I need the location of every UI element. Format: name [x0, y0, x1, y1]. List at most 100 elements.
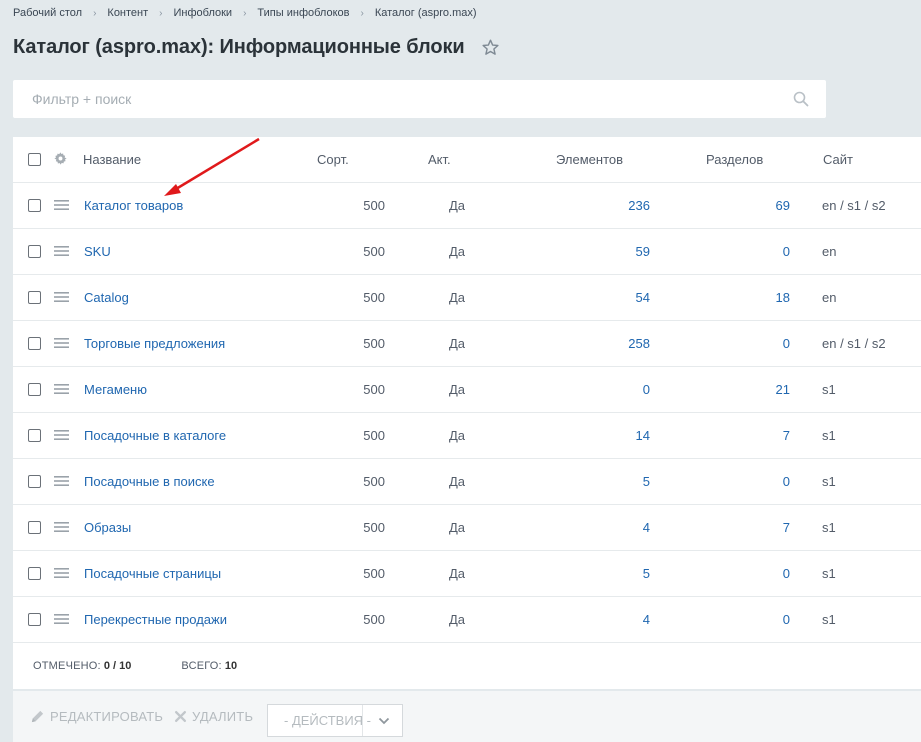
filter-search-box[interactable] [13, 80, 826, 118]
table-row[interactable]: Перекрестные продажи 500 Да 4 0 s1 [13, 597, 921, 643]
iblock-name-link[interactable]: Посадочные страницы [84, 566, 221, 581]
elements-count-link[interactable]: 236 [628, 198, 650, 213]
active-value: Да [449, 520, 466, 535]
table-header: Название Сорт. Акт. Элементов Разделов С… [13, 137, 921, 183]
iblock-name-link[interactable]: SKU [84, 244, 111, 259]
table-row[interactable]: Образы 500 Да 4 7 s1 [13, 505, 921, 551]
close-icon [174, 710, 187, 723]
drag-handle-icon[interactable] [54, 198, 69, 213]
iblock-name-link[interactable]: Catalog [84, 290, 129, 305]
sections-count-link[interactable]: 0 [783, 566, 790, 581]
drag-handle-icon[interactable] [54, 520, 69, 535]
iblock-name-link[interactable]: Торговые предложения [84, 336, 225, 351]
table-row[interactable]: Посадочные в поиске 500 Да 5 0 s1 [13, 459, 921, 505]
site-value: s1 [822, 474, 836, 489]
column-header-sort[interactable]: Сорт. [317, 137, 349, 182]
table-row[interactable]: Мегаменю 500 Да 0 21 s1 [13, 367, 921, 413]
drag-handle-icon[interactable] [54, 290, 69, 305]
row-checkbox[interactable] [28, 291, 41, 304]
iblock-name-link[interactable]: Посадочные в каталоге [84, 428, 226, 443]
iblock-name-link[interactable]: Образы [84, 520, 131, 535]
elements-count-link[interactable]: 5 [643, 566, 650, 581]
actions-dropdown[interactable]: - Действия - [267, 704, 403, 737]
row-checkbox[interactable] [28, 613, 41, 626]
elements-count-link[interactable]: 258 [628, 336, 650, 351]
row-checkbox[interactable] [28, 567, 41, 580]
drag-handle-icon[interactable] [54, 428, 69, 443]
row-checkbox[interactable] [28, 245, 41, 258]
sort-value: 500 [363, 290, 385, 305]
row-checkbox[interactable] [28, 383, 41, 396]
iblock-name-link[interactable]: Посадочные в поиске [84, 474, 215, 489]
column-header-elements[interactable]: Элементов [556, 137, 623, 182]
breadcrumb-item-infoblock-types[interactable]: Типы инфоблоков [257, 7, 349, 19]
column-header-sections[interactable]: Разделов [706, 137, 763, 182]
total-count: Всего: 10 [181, 660, 237, 672]
elements-count-link[interactable]: 14 [636, 428, 650, 443]
delete-button[interactable]: Удалить [174, 691, 253, 742]
table-row[interactable]: Посадочные в каталоге 500 Да 14 7 s1 [13, 413, 921, 459]
sections-count-link[interactable]: 0 [783, 336, 790, 351]
elements-count-link[interactable]: 4 [643, 520, 650, 535]
breadcrumb-separator: › [159, 7, 163, 19]
sections-count-link[interactable]: 69 [776, 198, 790, 213]
sections-count-link[interactable]: 0 [783, 244, 790, 259]
site-value: en / s1 / s2 [822, 198, 886, 213]
sections-count-link[interactable]: 0 [783, 474, 790, 489]
sections-count-link[interactable]: 18 [776, 290, 790, 305]
iblock-name-link[interactable]: Каталог товаров [84, 198, 183, 213]
table-row[interactable]: Торговые предложения 500 Да 258 0 en / s… [13, 321, 921, 367]
column-header-name[interactable]: Название [83, 137, 141, 182]
active-value: Да [449, 428, 466, 443]
row-checkbox[interactable] [28, 429, 41, 442]
elements-count-link[interactable]: 5 [643, 474, 650, 489]
table-row[interactable]: Catalog 500 Да 54 18 en [13, 275, 921, 321]
edit-button[interactable]: Редактировать [30, 691, 163, 742]
drag-handle-icon[interactable] [54, 382, 69, 397]
sort-value: 500 [363, 612, 385, 627]
elements-count-link[interactable]: 4 [643, 612, 650, 627]
drag-handle-icon[interactable] [54, 612, 69, 627]
breadcrumb-item-catalog[interactable]: Каталог (aspro.max) [375, 7, 477, 19]
gear-icon[interactable] [54, 151, 67, 168]
drag-handle-icon[interactable] [54, 244, 69, 259]
row-checkbox[interactable] [28, 521, 41, 534]
iblock-name-link[interactable]: Перекрестные продажи [84, 612, 227, 627]
delete-button-label: Удалить [192, 709, 254, 724]
breadcrumb-item-desktop[interactable]: Рабочий стол [13, 7, 82, 19]
row-checkbox[interactable] [28, 199, 41, 212]
page-title: Каталог (aspro.max): Информационные блок… [13, 36, 465, 58]
row-checkbox[interactable] [28, 337, 41, 350]
sections-count-link[interactable]: 21 [776, 382, 790, 397]
filter-search-input[interactable] [30, 90, 793, 108]
row-checkbox[interactable] [28, 475, 41, 488]
site-value: s1 [822, 520, 836, 535]
table-row[interactable]: Посадочные страницы 500 Да 5 0 s1 [13, 551, 921, 597]
star-icon[interactable] [481, 38, 500, 57]
column-header-site[interactable]: Сайт [823, 137, 853, 182]
sections-count-link[interactable]: 7 [783, 428, 790, 443]
table-summary: Отмечено: 0 / 10 Всего: 10 [13, 643, 921, 691]
column-header-active[interactable]: Акт. [428, 137, 451, 182]
breadcrumb-item-content[interactable]: Контент [107, 7, 148, 19]
active-value: Да [449, 382, 466, 397]
select-all-checkbox[interactable] [28, 153, 41, 166]
drag-handle-icon[interactable] [54, 566, 69, 581]
breadcrumb: Рабочий стол › Контент › Инфоблоки › Тип… [13, 7, 477, 19]
elements-count-link[interactable]: 54 [636, 290, 650, 305]
table-row[interactable]: SKU 500 Да 59 0 en [13, 229, 921, 275]
drag-handle-icon[interactable] [54, 474, 69, 489]
iblock-name-link[interactable]: Мегаменю [84, 382, 147, 397]
selected-count-label: Отмечено: [33, 660, 101, 672]
search-icon[interactable] [793, 91, 809, 107]
elements-count-link[interactable]: 59 [636, 244, 650, 259]
drag-handle-icon[interactable] [54, 336, 69, 351]
table-row[interactable]: Каталог товаров 500 Да 236 69 en / s1 / … [13, 183, 921, 229]
elements-count-link[interactable]: 0 [643, 382, 650, 397]
active-value: Да [449, 198, 466, 213]
breadcrumb-separator: › [360, 7, 364, 19]
sections-count-link[interactable]: 0 [783, 612, 790, 627]
sort-value: 500 [363, 382, 385, 397]
breadcrumb-item-infoblocks[interactable]: Инфоблоки [174, 7, 233, 19]
sections-count-link[interactable]: 7 [783, 520, 790, 535]
